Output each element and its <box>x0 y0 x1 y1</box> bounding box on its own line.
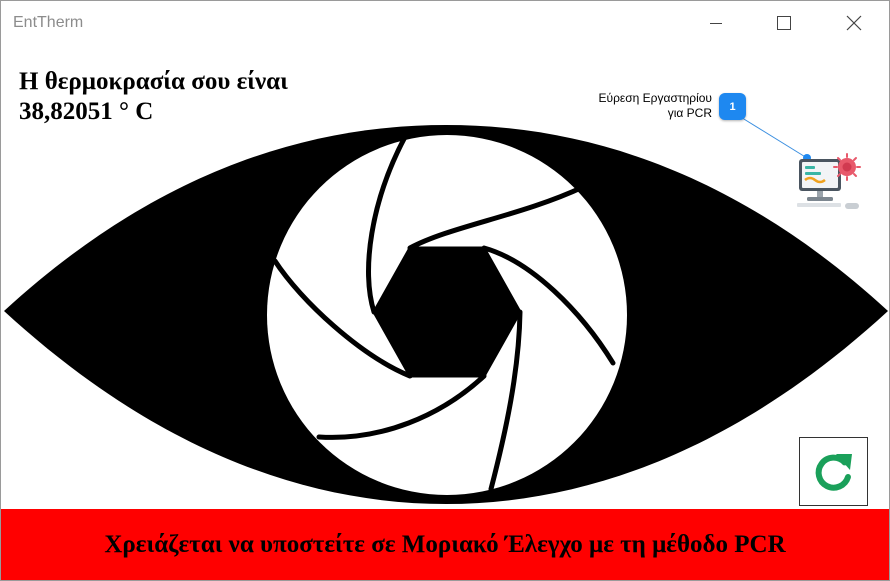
warning-banner: Χρειάζεται να υποστείτε σε Μοριακό Έλεγχ… <box>1 509 889 580</box>
temperature-value: 38,82051 ° C <box>19 98 154 125</box>
refresh-icon <box>815 453 852 491</box>
app-window: EntTherm Η θερμοκρασία σου είναι 38,8205… <box>0 0 890 581</box>
lab-finder-label-line2: για PCR <box>667 106 712 120</box>
temperature-heading: Η θερμοκρασία σου είναι 38,82051 ° C <box>19 67 288 127</box>
close-icon <box>846 15 862 31</box>
lab-finder-label: Εύρεση Εργαστηρίου για PCR <box>561 91 712 121</box>
temperature-label: Η θερμοκρασία σου είναι <box>19 68 288 95</box>
minimize-icon <box>710 23 722 24</box>
warning-message: Χρειάζεται να υποστείτε σε Μοριακό Έλεγχ… <box>104 530 786 558</box>
eye-aperture-icon <box>4 125 888 504</box>
title-bar[interactable]: EntTherm <box>1 1 889 45</box>
refresh-button[interactable] <box>799 437 868 506</box>
maximize-button[interactable] <box>761 1 807 45</box>
window-title: EntTherm <box>13 14 84 31</box>
lab-finder-label-line1: Εύρεση Εργαστηρίου <box>598 91 712 105</box>
lab-computer-virus-icon <box>797 153 861 209</box>
lab-finder-badge[interactable]: 1 <box>719 93 746 120</box>
minimize-button[interactable] <box>693 1 739 45</box>
maximize-icon <box>777 16 791 30</box>
lab-finder-button[interactable] <box>795 151 863 215</box>
close-button[interactable] <box>831 1 877 45</box>
